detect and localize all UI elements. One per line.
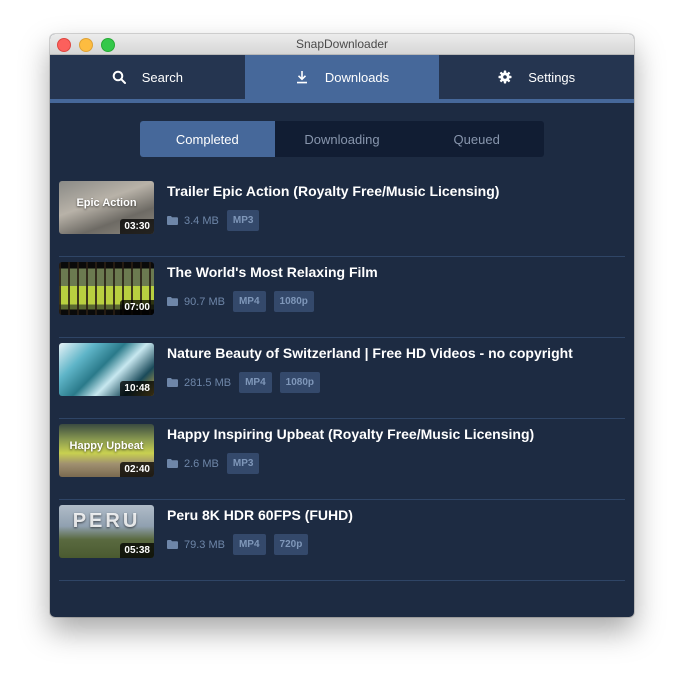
- file-size: 281.5 MB: [167, 377, 231, 389]
- list-item[interactable]: PERU 05:38 Peru 8K HDR 60FPS (FUHD) 79.3…: [59, 501, 625, 581]
- video-title: The World's Most Relaxing Film: [167, 264, 378, 280]
- thumbnail-text: Happy Upbeat: [69, 440, 144, 452]
- tab-settings[interactable]: Settings: [439, 55, 634, 99]
- file-size: 3.4 MB: [167, 215, 219, 227]
- video-thumbnail: Epic Action 03:30: [59, 181, 154, 234]
- video-title: Happy Inspiring Upbeat (Royalty Free/Mus…: [167, 426, 535, 442]
- thumbnail-text: PERU: [72, 510, 141, 532]
- quality-badge: 1080p: [279, 372, 321, 393]
- folder-icon[interactable]: [167, 216, 178, 225]
- segmented-control: Completed Downloading Queued: [140, 121, 544, 157]
- gear-icon: [498, 70, 512, 84]
- duration-badge: 10:48: [120, 381, 154, 396]
- nav-divider: [50, 99, 634, 103]
- title-bar: SnapDownloader: [50, 34, 634, 55]
- quality-badge: 720p: [273, 534, 309, 555]
- window-title: SnapDownloader: [295, 37, 389, 51]
- duration-badge: 05:38: [120, 543, 154, 558]
- video-thumbnail: 07:00: [59, 262, 154, 315]
- search-icon: [112, 70, 126, 84]
- file-size-value: 2.6 MB: [184, 457, 219, 470]
- video-title: Trailer Epic Action (Royalty Free/Music …: [167, 183, 500, 199]
- list-item[interactable]: 10:48 Nature Beauty of Switzerland | Fre…: [59, 339, 625, 419]
- downloads-list: Epic Action 03:30 Trailer Epic Action (R…: [50, 177, 634, 581]
- folder-icon[interactable]: [167, 297, 178, 306]
- format-badge: MP3: [226, 453, 260, 474]
- format-badge: MP3: [226, 210, 260, 231]
- quality-badge: 1080p: [273, 291, 314, 312]
- tab-search-label: Search: [141, 69, 183, 85]
- list-item[interactable]: Happy Upbeat 02:40 Happy Inspiring Upbea…: [59, 420, 625, 500]
- file-size: 90.7 MB: [167, 296, 225, 308]
- tab-search[interactable]: Search: [50, 55, 245, 99]
- thumbnail-text: Epic Action: [76, 197, 137, 209]
- tab-settings-label: Settings: [528, 69, 576, 85]
- tab-downloads[interactable]: Downloads: [244, 55, 440, 99]
- file-size: 79.3 MB: [167, 539, 225, 551]
- folder-icon[interactable]: [167, 459, 178, 468]
- video-thumbnail: PERU 05:38: [59, 505, 154, 558]
- segment-completed[interactable]: Completed: [140, 121, 275, 157]
- status-filter: Completed Downloading Queued: [50, 121, 634, 157]
- list-item[interactable]: 07:00 The World's Most Relaxing Film 90.…: [59, 258, 625, 338]
- file-size: 2.6 MB: [167, 458, 219, 470]
- folder-icon[interactable]: [167, 378, 178, 387]
- file-size-value: 281.5 MB: [184, 376, 232, 389]
- file-size-value: 79.3 MB: [184, 538, 225, 551]
- format-badge: MP4: [232, 291, 266, 312]
- video-title: Nature Beauty of Switzerland | Free HD V…: [167, 345, 573, 361]
- main-nav: Search Downloads Settings: [50, 55, 634, 99]
- file-size-value: 90.7 MB: [184, 295, 225, 308]
- format-badge: MP4: [239, 372, 272, 393]
- tab-downloads-label: Downloads: [324, 69, 390, 85]
- app-window: SnapDownloader Search Downloads Settings…: [50, 34, 634, 617]
- duration-badge: 07:00: [120, 300, 154, 315]
- video-thumbnail: Happy Upbeat 02:40: [59, 424, 154, 477]
- format-badge: MP4: [232, 534, 266, 555]
- duration-badge: 03:30: [120, 219, 154, 234]
- duration-badge: 02:40: [120, 462, 154, 477]
- folder-icon[interactable]: [167, 540, 178, 549]
- video-title: Peru 8K HDR 60FPS (FUHD): [167, 507, 353, 523]
- video-thumbnail: 10:48: [59, 343, 154, 396]
- segment-downloading[interactable]: Downloading: [275, 121, 410, 157]
- file-size-value: 3.4 MB: [184, 214, 219, 227]
- segment-queued[interactable]: Queued: [409, 121, 544, 157]
- list-item[interactable]: Epic Action 03:30 Trailer Epic Action (R…: [59, 177, 625, 257]
- download-icon: [296, 71, 307, 84]
